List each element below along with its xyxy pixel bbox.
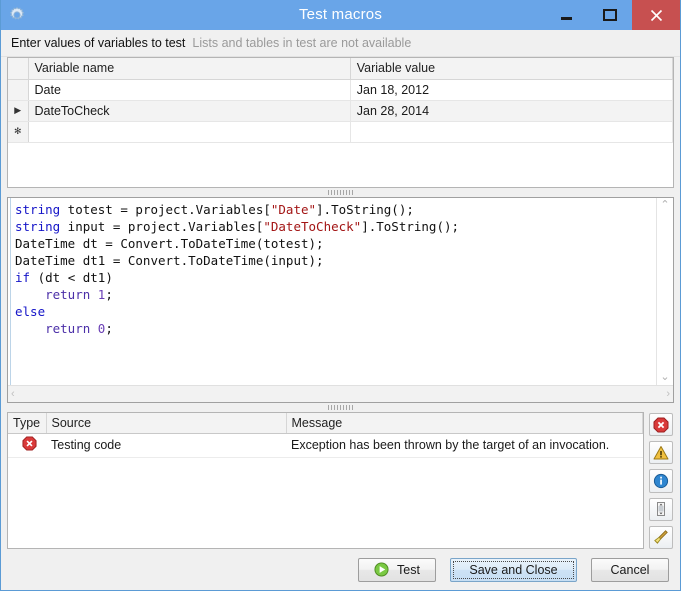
instruction-secondary-text: Lists and tables in test are not availab… (192, 36, 412, 50)
column-header-source[interactable]: Source (46, 413, 287, 434)
scroll-down-icon[interactable]: ⌄ (660, 372, 669, 383)
cell-variable-name[interactable]: DateToCheck (28, 100, 351, 122)
column-header-type[interactable]: Type (8, 413, 47, 434)
variables-grid[interactable]: Variable name Variable value Date Jan 18,… (7, 57, 674, 188)
column-header-variable-value[interactable]: Variable value (350, 58, 673, 80)
variables-header-row: Variable name Variable value (8, 58, 673, 80)
test-macros-window: Test macros Enter values of variables to… (0, 0, 681, 591)
minimize-button[interactable] (544, 0, 588, 30)
table-row[interactable]: Testing code Exception has been thrown by… (8, 433, 643, 458)
close-icon (650, 9, 662, 21)
messages-grid[interactable]: Type Source Message Testing code Exceptio… (7, 412, 644, 549)
save-and-close-button[interactable]: Save and Close (450, 557, 577, 582)
cancel-button[interactable]: Cancel (591, 557, 669, 582)
autoscroll-button[interactable] (649, 497, 673, 521)
instruction-bar: Enter values of variables to test Lists … (1, 30, 680, 57)
grid-empty-space (8, 142, 673, 187)
clear-messages-button[interactable] (649, 525, 673, 550)
footer-buttons: Test Save and Close Cancel (1, 549, 680, 590)
scroll-right-icon[interactable]: › (666, 388, 670, 400)
maximize-button[interactable] (588, 0, 632, 30)
row-selector-cell[interactable]: ▶ (8, 100, 29, 122)
focus-ring (453, 560, 574, 579)
variables-body: Date Jan 18, 2012 ▶ DateToCheck Jan 28, 2014… (8, 79, 673, 143)
instruction-primary-text: Enter values of variables to test (11, 36, 186, 50)
code-line: string input = project.Variables["DateTo… (15, 219, 460, 234)
close-button[interactable] (632, 0, 680, 30)
cell-source: Testing code (46, 433, 286, 458)
column-header-message[interactable]: Message (286, 413, 643, 434)
column-header-variable-name[interactable]: Variable name (28, 58, 351, 80)
code-line: return 0; (45, 321, 113, 336)
error-icon (22, 436, 37, 451)
messages-body: Testing code Exception has been thrown by… (8, 433, 643, 458)
table-row[interactable]: ✻ (8, 121, 673, 143)
test-button-label: Test (397, 562, 420, 577)
row-selector-cell[interactable] (8, 79, 29, 101)
row-selector-cell[interactable]: ✻ (8, 121, 29, 143)
filter-warnings-button[interactable] (649, 441, 673, 465)
scroll-lock-icon (657, 502, 665, 517)
maximize-icon (603, 9, 617, 21)
table-row[interactable]: ▶ DateToCheck Jan 28, 2014 (8, 100, 673, 122)
cell-variable-name[interactable] (28, 121, 351, 143)
messages-table: Type Source Message Testing code Exceptio… (8, 413, 643, 458)
code-editor[interactable]: string totest = project.Variables["Date"… (7, 197, 674, 403)
scroll-up-icon[interactable]: ⌃ (660, 200, 669, 211)
filter-info-button[interactable] (649, 469, 673, 493)
splitter-grip-icon-2 (327, 405, 354, 410)
cell-message: Exception has been thrown by the target … (286, 433, 643, 458)
code-line: if (dt < dt1) (15, 270, 113, 285)
code-line: string totest = project.Variables["Date"… (15, 202, 414, 217)
cell-variable-value[interactable]: Jan 18, 2012 (350, 79, 673, 101)
table-row[interactable]: Date Jan 18, 2012 (8, 79, 673, 101)
code-line: DateTime dt = Convert.ToDateTime(totest)… (15, 236, 324, 251)
code-vertical-scrollbar[interactable]: ⌃ ⌄ (656, 198, 673, 385)
cell-variable-value[interactable]: Jan 28, 2014 (350, 100, 673, 122)
variables-table: Variable name Variable value Date Jan 18,… (8, 58, 673, 143)
test-button[interactable]: Test (358, 557, 436, 582)
code-line: else (15, 304, 46, 319)
code-line: return 1; (45, 287, 113, 302)
title-bar: Test macros (1, 0, 680, 30)
cancel-button-label: Cancel (610, 562, 650, 577)
splitter-grip-icon (327, 190, 354, 195)
info-icon (653, 473, 669, 489)
code-text[interactable]: string totest = project.Variables["Date"… (11, 198, 656, 385)
cell-type (8, 433, 46, 458)
code-editor-body: string totest = project.Variables["Date"… (8, 198, 673, 385)
messages-toolbar (648, 412, 674, 550)
splitter-editor-messages[interactable] (1, 403, 680, 412)
scroll-left-icon[interactable]: ‹ (11, 388, 15, 400)
warning-icon (653, 445, 669, 460)
code-line: DateTime dt1 = Convert.ToDateTime(input)… (15, 253, 324, 268)
messages-header-row: Type Source Message (8, 413, 643, 434)
filter-errors-button[interactable] (649, 413, 673, 437)
broom-icon (654, 530, 668, 545)
splitter-grid-editor[interactable] (1, 188, 680, 197)
cell-variable-value[interactable] (350, 121, 673, 143)
error-icon (653, 417, 669, 433)
code-horizontal-scrollbar[interactable]: ‹ › (8, 385, 673, 402)
play-icon (374, 562, 389, 577)
row-selector-header (8, 58, 29, 80)
minimize-icon (560, 16, 572, 20)
messages-area: Type Source Message Testing code Exceptio… (7, 412, 674, 550)
cell-variable-name[interactable]: Date (28, 79, 351, 101)
